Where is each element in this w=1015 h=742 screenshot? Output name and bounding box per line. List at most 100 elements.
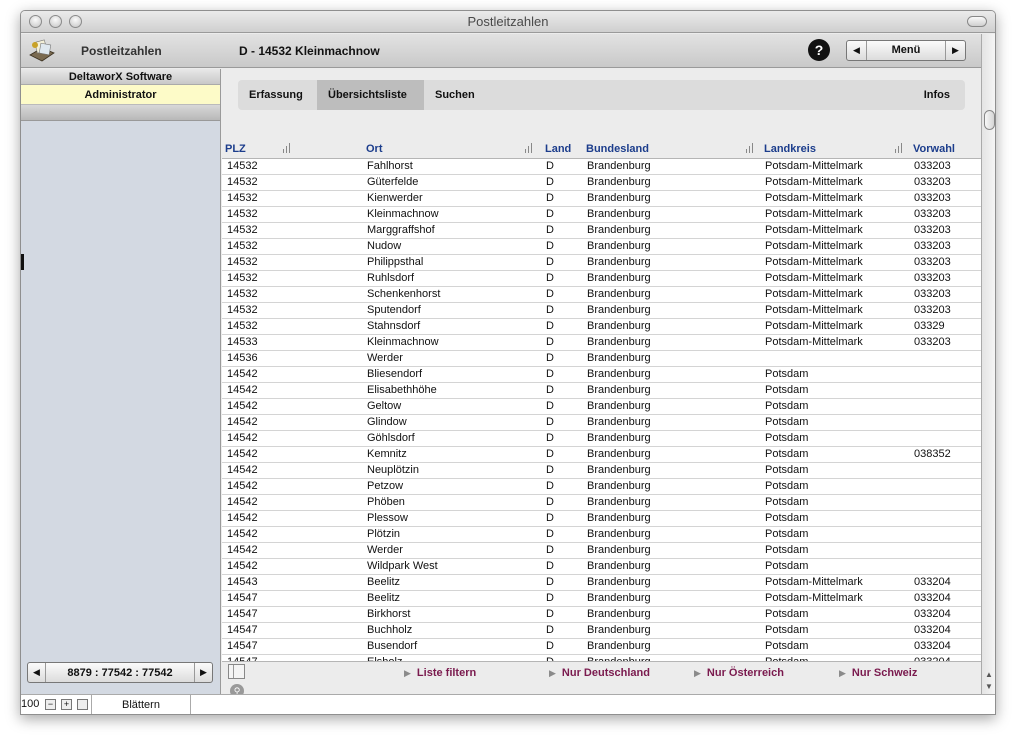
- cell-landkreis: Potsdam-Mittelmark: [765, 272, 863, 284]
- next-record-button[interactable]: ▶: [194, 663, 212, 682]
- list-layout-icon[interactable]: [228, 664, 245, 679]
- cell-land: D: [546, 560, 554, 572]
- cell-ort: Beelitz: [367, 576, 401, 588]
- column-header-ort[interactable]: Ort: [366, 143, 383, 155]
- table-row[interactable]: 14532 Fahlhorst D Brandenburg Potsdam-Mittel…: [222, 159, 981, 175]
- table-row[interactable]: 14532 Güterfelde D Brandenburg Potsdam-Mitte…: [222, 175, 981, 191]
- status-toggle-icon[interactable]: [77, 699, 88, 710]
- table-row[interactable]: 14532 Marggraffshof D Brandenburg Potsdam-Mi…: [222, 223, 981, 239]
- table-row[interactable]: 14542 Plötzin D Brandenburg Potsdam: [222, 527, 981, 543]
- table-row[interactable]: 14547 Birkhorst D Brandenburg Potsdam 033204: [222, 607, 981, 623]
- column-header-vorwahl[interactable]: Vorwahl: [913, 143, 955, 155]
- table-row[interactable]: 14542 Elisabethhöhe D Brandenburg Potsdam: [222, 383, 981, 399]
- only-switzerland-button[interactable]: ▶ Nur Schweiz: [839, 667, 917, 679]
- only-germany-button[interactable]: ▶ Nur Deutschland: [549, 667, 650, 679]
- table-row[interactable]: 14547 Busendorf D Brandenburg Potsdam 033204: [222, 639, 981, 655]
- column-header-land[interactable]: Land: [545, 143, 571, 155]
- table-row[interactable]: 14532 Ruhlsdorf D Brandenburg Potsdam-Mittel…: [222, 271, 981, 287]
- filter-list-button[interactable]: ▶ Liste filtern: [404, 667, 476, 679]
- cell-plz: 14542: [227, 528, 258, 540]
- cell-ort: Stahnsdorf: [367, 320, 421, 332]
- cell-bundesland: Brandenburg: [587, 544, 651, 556]
- table-row[interactable]: 14542 Kemnitz D Brandenburg Potsdam 038352: [222, 447, 981, 463]
- cell-bundesland: Brandenburg: [587, 432, 651, 444]
- cell-bundesland: Brandenburg: [587, 192, 651, 204]
- table-row[interactable]: 14536 Werder D Brandenburg: [222, 351, 981, 367]
- cell-vorwahl: 03329: [914, 320, 945, 332]
- column-header-landkreis[interactable]: Landkreis: [764, 143, 816, 155]
- sidebar-divider: [21, 105, 220, 121]
- scrollbar-thumb[interactable]: [984, 110, 995, 130]
- cell-bundesland: Brandenburg: [587, 512, 651, 524]
- cell-ort: Kemnitz: [367, 448, 407, 460]
- table-row[interactable]: 14532 Philippsthal D Brandenburg Potsdam-Mit…: [222, 255, 981, 271]
- cell-ort: Göhlsdorf: [367, 432, 415, 444]
- table-row[interactable]: 14547 Beelitz D Brandenburg Potsdam-Mittelma…: [222, 591, 981, 607]
- table-row[interactable]: 14542 Bliesendorf D Brandenburg Potsdam: [222, 367, 981, 383]
- table-row[interactable]: 14532 Schenkenhorst D Brandenburg Potsdam-Mi…: [222, 287, 981, 303]
- menu-button[interactable]: Menü: [867, 44, 945, 56]
- cell-ort: Werder: [367, 544, 403, 556]
- table-row[interactable]: 14532 Stahnsdorf D Brandenburg Potsdam-Mitte…: [222, 319, 981, 335]
- cell-plz: 14547: [227, 608, 258, 620]
- table-row[interactable]: 14533 Kleinmachnow D Brandenburg Potsdam-Mit…: [222, 335, 981, 351]
- sort-plz-icon[interactable]: [282, 141, 293, 153]
- table-row[interactable]: 14542 Göhlsdorf D Brandenburg Potsdam: [222, 431, 981, 447]
- cell-land: D: [546, 256, 554, 268]
- table-row[interactable]: 14542 Plessow D Brandenburg Potsdam: [222, 511, 981, 527]
- zoom-in-icon[interactable]: +: [61, 699, 72, 710]
- table-row[interactable]: 14542 Wildpark West D Brandenburg Potsdam: [222, 559, 981, 575]
- cell-bundesland: Brandenburg: [587, 576, 651, 588]
- cell-plz: 14547: [227, 640, 258, 652]
- cell-vorwahl: 033203: [914, 160, 951, 172]
- sort-bundesland-icon[interactable]: [745, 141, 756, 153]
- table-row[interactable]: 14532 Kienwerder D Brandenburg Potsdam-Mitte…: [222, 191, 981, 207]
- tab-erfassung[interactable]: Erfassung: [238, 80, 314, 110]
- table-row[interactable]: 14542 Petzow D Brandenburg Potsdam: [222, 479, 981, 495]
- column-header-bundesland[interactable]: Bundesland: [586, 143, 649, 155]
- cell-landkreis: Potsdam: [765, 496, 809, 508]
- cell-landkreis: Potsdam: [765, 416, 809, 428]
- zoom-level[interactable]: 100: [21, 698, 39, 710]
- cell-landkreis: Potsdam: [765, 384, 809, 396]
- only-austria-button[interactable]: ▶ Nur Österreich: [694, 667, 784, 679]
- sort-landkreis-icon[interactable]: [894, 141, 905, 153]
- tab-infos[interactable]: Infos: [913, 80, 961, 110]
- cell-vorwahl: 033204: [914, 608, 951, 620]
- scroll-down-icon[interactable]: ▼: [985, 682, 993, 691]
- vertical-scrollbar[interactable]: ▲ ▼: [981, 34, 995, 694]
- column-header-plz[interactable]: PLZ: [225, 143, 246, 155]
- sort-ort-icon[interactable]: [524, 141, 535, 153]
- tab-suchen[interactable]: Suchen: [424, 80, 486, 110]
- scroll-up-icon[interactable]: ▲: [985, 670, 993, 679]
- table-row[interactable]: 14542 Glindow D Brandenburg Potsdam: [222, 415, 981, 431]
- list-footer: ⚲ ▶ Liste filtern ▶ Nur Deutschland ▶ Nur Ö…: [222, 661, 981, 698]
- cell-ort: Phöben: [367, 496, 405, 508]
- table-row[interactable]: 14532 Nudow D Brandenburg Potsdam-Mittelmark…: [222, 239, 981, 255]
- table-row[interactable]: 14542 Werder D Brandenburg Potsdam: [222, 543, 981, 559]
- cell-landkreis: Potsdam-Mittelmark: [765, 336, 863, 348]
- cell-ort: Plessow: [367, 512, 408, 524]
- zoom-out-icon[interactable]: −: [45, 699, 56, 710]
- table-row[interactable]: 14543 Beelitz D Brandenburg Potsdam-Mittelma…: [222, 575, 981, 591]
- table-row[interactable]: 14532 Sputendorf D Brandenburg Potsdam-Mitte…: [222, 303, 981, 319]
- menu-prev-button[interactable]: ◀: [847, 41, 867, 60]
- mode-indicator[interactable]: Blättern: [91, 695, 191, 714]
- table-row[interactable]: 14542 Geltow D Brandenburg Potsdam: [222, 399, 981, 415]
- tab-uebersichtsliste[interactable]: Übersichtsliste: [317, 80, 424, 110]
- table-row[interactable]: 14532 Kleinmachnow D Brandenburg Potsdam-Mit…: [222, 207, 981, 223]
- cell-land: D: [546, 320, 554, 332]
- table-header: PLZ Ort Land Bundesland Landkreis Vorwah…: [222, 139, 981, 159]
- cell-ort: Güterfelde: [367, 176, 419, 188]
- prev-record-button[interactable]: ◀: [28, 663, 46, 682]
- resize-handle[interactable]: [21, 254, 24, 270]
- table-row[interactable]: 14542 Phöben D Brandenburg Potsdam: [222, 495, 981, 511]
- menu-next-button[interactable]: ▶: [945, 41, 965, 60]
- user-badge[interactable]: Administrator: [21, 85, 220, 105]
- table-row[interactable]: 14542 Neuplötzin D Brandenburg Potsdam: [222, 463, 981, 479]
- table-row[interactable]: 14547 Buchholz D Brandenburg Potsdam 033204: [222, 623, 981, 639]
- cell-landkreis: Potsdam: [765, 448, 809, 460]
- cell-landkreis: Potsdam: [765, 640, 809, 652]
- help-button[interactable]: ?: [808, 39, 830, 61]
- toolbar-toggle-button[interactable]: [967, 16, 987, 27]
